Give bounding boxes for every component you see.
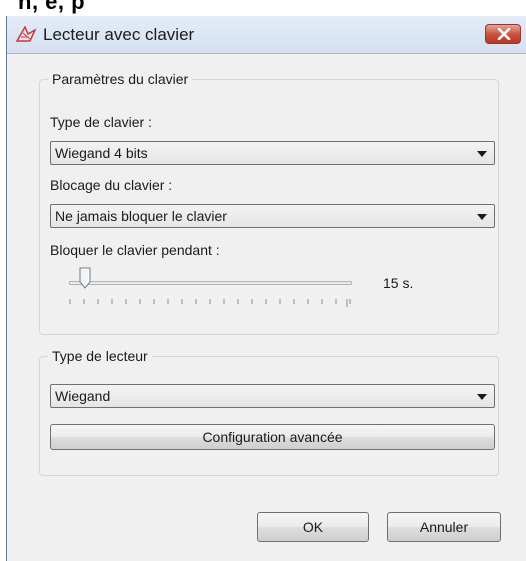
reader-type-value: Wiegand (55, 388, 111, 404)
title-bar: Lecteur avec clavier (7, 16, 526, 54)
chevron-down-icon (477, 214, 487, 220)
reader-type-title: Type de lecteur (48, 348, 152, 364)
chevron-down-icon (477, 151, 487, 157)
keyboard-type-select[interactable]: Wiegand 4 bits (50, 141, 495, 165)
app-icon (15, 25, 37, 42)
lock-duration-slider-track[interactable] (69, 281, 352, 285)
keyboard-type-label: Type de clavier : (50, 114, 152, 130)
window-title: Lecteur avec clavier (43, 25, 195, 44)
keyboard-lock-label: Blocage du clavier : (50, 177, 173, 193)
lock-duration-slider-thumb[interactable] (79, 267, 91, 289)
ok-label: OK (302, 519, 324, 535)
slider-ticks (69, 299, 351, 307)
cancel-label: Annuler (419, 519, 469, 535)
close-button[interactable] (485, 24, 521, 44)
cancel-button[interactable]: Annuler (387, 512, 501, 542)
keyboard-settings-title: Paramètres du clavier (48, 71, 193, 87)
lock-duration-value: 15 s. (383, 275, 414, 291)
background-text: h, e, p (18, 0, 86, 14)
keyboard-lock-value: Ne jamais bloquer le clavier (55, 208, 227, 224)
dialog-window: Lecteur avec clavier Paramètres du clavi… (6, 16, 526, 561)
reader-type-group: Type de lecteur (39, 348, 499, 476)
reader-type-select[interactable]: Wiegand (50, 384, 495, 408)
keyboard-type-value: Wiegand 4 bits (55, 145, 148, 161)
chevron-down-icon (477, 394, 487, 400)
lock-duration-label: Bloquer le clavier pendant : (50, 242, 220, 258)
advanced-configuration-button[interactable]: Configuration avancée (50, 424, 495, 450)
keyboard-lock-select[interactable]: Ne jamais bloquer le clavier (50, 204, 495, 228)
advanced-configuration-label: Configuration avancée (202, 429, 343, 445)
ok-button[interactable]: OK (257, 512, 369, 542)
close-icon (497, 28, 511, 40)
